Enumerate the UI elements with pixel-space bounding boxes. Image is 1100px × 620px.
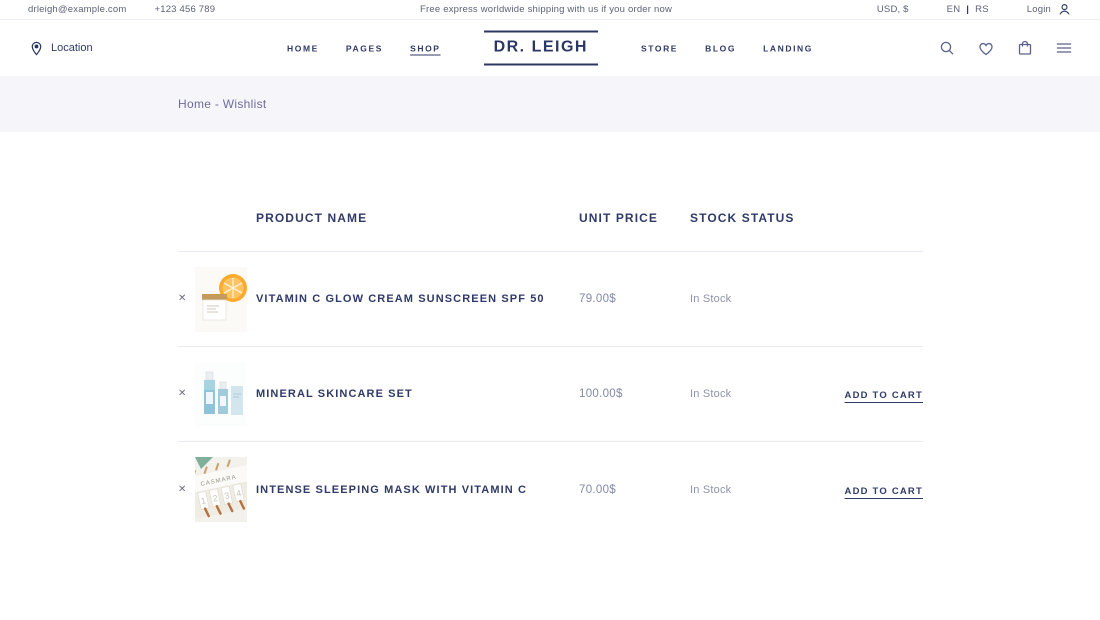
add-to-cart-button[interactable]: ADD TO CART (845, 486, 923, 497)
currency-selector[interactable]: USD, $ (877, 4, 909, 15)
table-row: ✕ CASMARA 1 2 3 (178, 442, 923, 537)
stock-status: In Stock (690, 293, 820, 305)
stock-status: In Stock (690, 484, 820, 496)
login-label: Login (1027, 4, 1051, 15)
product-price: 70.00$ (579, 484, 690, 496)
top-bar: drleigh@example.com +123 456 789 Free ex… (0, 0, 1100, 20)
language-en[interactable]: EN (947, 4, 961, 15)
promo-message: Free express worldwide shipping with us … (215, 4, 877, 15)
column-header-price: UNIT PRICE (579, 211, 690, 225)
column-header-stock: STOCK STATUS (690, 211, 820, 225)
breadcrumb-band: Home - Wishlist (0, 76, 1100, 132)
contact-email[interactable]: drleigh@example.com (28, 4, 126, 15)
nav-home[interactable]: HOME (287, 43, 319, 53)
wishlist-table: PRODUCT NAME UNIT PRICE STOCK STATUS ✕ V… (0, 132, 1100, 537)
user-icon (1056, 2, 1072, 18)
add-to-cart-button[interactable]: ADD TO CART (845, 390, 923, 401)
primary-nav: HOME PAGES SHOP DR. LEIGH STORE BLOG LAN… (287, 31, 813, 66)
nav-blog[interactable]: BLOG (705, 43, 736, 53)
product-name-link[interactable]: INTENSE SLEEPING MASK WITH VITAMIN C (256, 484, 579, 496)
nav-store[interactable]: STORE (641, 43, 678, 53)
location-label: Location (51, 42, 93, 54)
product-thumbnail-sleeping-mask[interactable]: CASMARA 1 2 3 4 (195, 457, 247, 522)
language-rs[interactable]: RS (975, 4, 989, 15)
contact-phone[interactable]: +123 456 789 (154, 4, 215, 15)
search-icon[interactable] (939, 40, 955, 56)
nav-shop[interactable]: SHOP (410, 43, 441, 53)
location-button[interactable]: Location (28, 40, 93, 56)
column-header-product: PRODUCT NAME (256, 211, 579, 225)
stock-status: In Stock (690, 388, 820, 400)
table-header-row: PRODUCT NAME UNIT PRICE STOCK STATUS (178, 211, 923, 252)
nav-landing[interactable]: LANDING (763, 43, 813, 53)
product-price: 100.00$ (579, 388, 690, 400)
breadcrumb[interactable]: Home - Wishlist (178, 97, 267, 111)
remove-item-icon[interactable]: ✕ (178, 485, 190, 495)
remove-item-icon[interactable]: ✕ (178, 294, 190, 304)
login-button[interactable]: Login (1027, 2, 1072, 18)
cart-bag-icon[interactable] (1017, 40, 1033, 56)
product-thumbnail-mineral-set[interactable] (195, 362, 247, 427)
remove-item-icon[interactable]: ✕ (178, 389, 190, 399)
table-row: ✕ MINERAL SKINCARE SET 100.00$ In Stock … (178, 347, 923, 442)
location-pin-icon (28, 40, 44, 56)
wishlist-heart-icon[interactable] (978, 40, 994, 56)
language-selector[interactable]: EN | RS (947, 4, 989, 15)
language-separator: | (966, 4, 969, 15)
product-name-link[interactable]: MINERAL SKINCARE SET (256, 388, 579, 400)
nav-pages[interactable]: PAGES (346, 43, 383, 53)
site-logo[interactable]: DR. LEIGH (484, 31, 598, 66)
product-thumbnail-vitamin-c-cream[interactable] (195, 267, 247, 332)
main-header: Location HOME PAGES SHOP DR. LEIGH STORE… (0, 20, 1100, 76)
table-row: ✕ VITAMIN C GLOW CREAM SUNSCREEN SPF 50 … (178, 252, 923, 347)
product-name-link[interactable]: VITAMIN C GLOW CREAM SUNSCREEN SPF 50 (256, 293, 579, 305)
menu-icon[interactable] (1056, 40, 1072, 56)
product-price: 79.00$ (579, 293, 690, 305)
